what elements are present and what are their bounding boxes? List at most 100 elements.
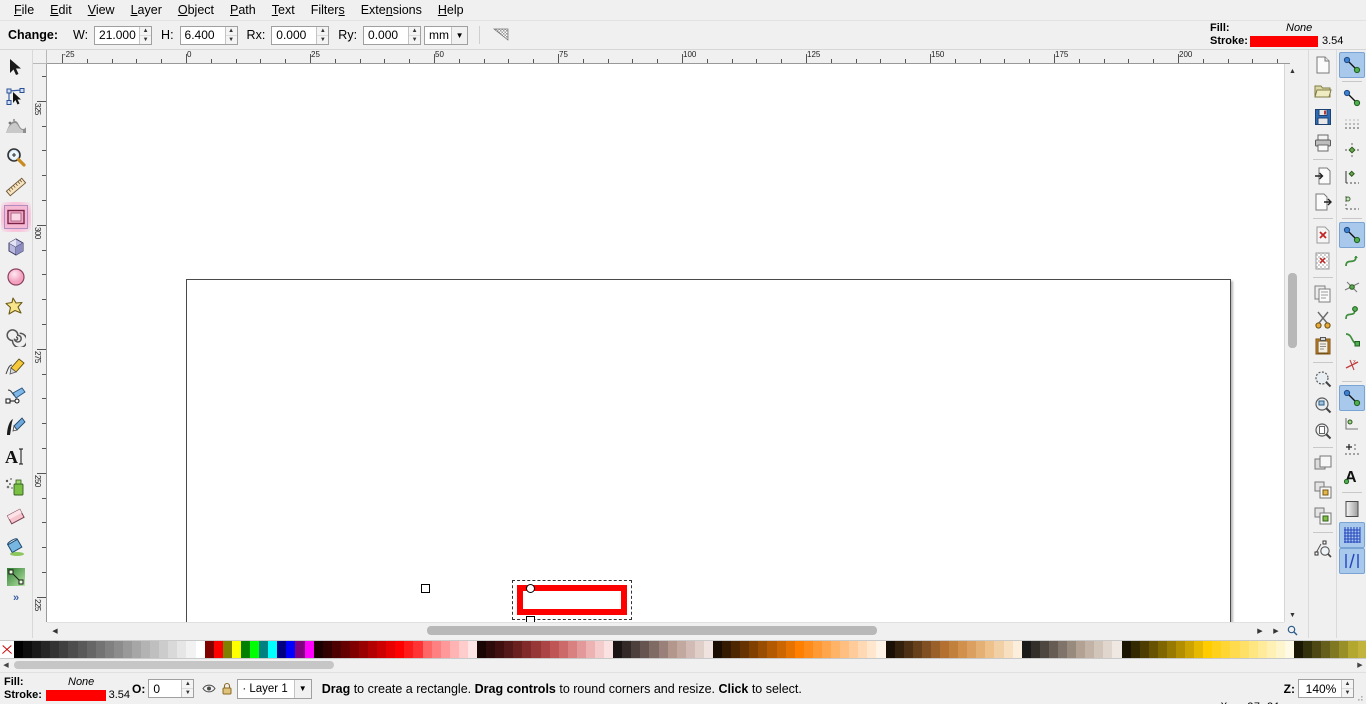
palette-swatch[interactable] [113, 641, 123, 658]
palette-swatch[interactable] [885, 641, 895, 658]
palette-swatch[interactable] [994, 641, 1004, 658]
palette-swatch[interactable] [1275, 641, 1285, 658]
palette-swatch[interactable] [1112, 641, 1122, 658]
palette-swatch[interactable] [122, 641, 133, 658]
palette-swatch[interactable] [540, 641, 550, 658]
selector-tool[interactable] [1, 52, 31, 82]
palette-swatch[interactable] [531, 641, 541, 658]
palette-swatch[interactable] [849, 641, 859, 658]
palette-swatch[interactable] [386, 641, 396, 658]
palette-swatch[interactable] [876, 641, 886, 658]
cut-button[interactable] [1310, 307, 1336, 333]
palette-swatch[interactable] [1230, 641, 1240, 658]
ruler-corner[interactable] [33, 50, 47, 64]
palette-swatch[interactable] [413, 641, 423, 658]
scroll-right-end-icon[interactable]: ▶ [1268, 623, 1284, 638]
canvas-vertical-scrollbar[interactable]: ▲ ▼ [1284, 64, 1299, 622]
palette-swatch[interactable] [1067, 641, 1077, 658]
palette-swatch[interactable] [77, 641, 87, 658]
menu-file[interactable]: File [6, 1, 42, 20]
palette-swatch[interactable] [186, 641, 196, 658]
palette-swatch[interactable] [240, 641, 251, 658]
width-input[interactable] [95, 26, 140, 44]
zoom-input[interactable] [1299, 680, 1341, 697]
undo-button[interactable] [1310, 222, 1336, 248]
snap-bounding-box-toggle[interactable] [1339, 85, 1365, 111]
palette-swatch[interactable] [59, 641, 69, 658]
horizontal-scroll-thumb[interactable] [427, 626, 877, 635]
scroll-left-icon[interactable]: ◀ [47, 623, 63, 638]
palette-swatch[interactable] [349, 641, 359, 658]
status-stroke-width[interactable]: 3.54 [109, 689, 130, 702]
palette-swatch[interactable] [1176, 641, 1186, 658]
palette-swatch[interactable] [322, 641, 332, 658]
palette-swatch[interactable] [495, 641, 505, 658]
palette-swatch[interactable] [422, 641, 432, 658]
palette-swatch[interactable] [368, 641, 378, 658]
new-document-button[interactable] [1310, 52, 1336, 78]
palette-swatch[interactable] [141, 641, 151, 658]
palette-swatch[interactable] [1203, 641, 1213, 658]
snap-midpoint-toggle[interactable]: x [1339, 352, 1365, 378]
horizontal-ruler[interactable]: -25 0 25 50 75 100 125 150 175 200 [47, 50, 1290, 64]
opacity-input[interactable] [149, 680, 182, 697]
unit-select[interactable]: mm ▼ [424, 25, 469, 45]
ry-spin-arrows[interactable]: ▲ ▼ [408, 26, 421, 44]
palette-swatch[interactable] [667, 641, 677, 658]
node-tool[interactable] [1, 82, 31, 112]
palette-swatch[interactable] [1148, 641, 1158, 658]
palette-swatch[interactable] [150, 641, 160, 658]
sharp-corners-icon[interactable] [491, 25, 513, 45]
palette-swatch[interactable] [858, 641, 868, 658]
palette-swatch[interactable] [1257, 641, 1267, 658]
palette-swatch[interactable] [86, 641, 96, 658]
palette-swatch[interactable] [1294, 641, 1304, 658]
save-document-button[interactable] [1310, 104, 1336, 130]
palette-swatch[interactable] [676, 641, 686, 658]
print-document-button[interactable] [1310, 130, 1336, 156]
palette-swatch[interactable] [939, 641, 950, 658]
menu-view[interactable]: View [80, 1, 123, 20]
palette-swatch[interactable] [722, 641, 732, 658]
scroll-right-icon[interactable]: ▶ [1252, 623, 1268, 638]
palette-swatch[interactable] [1039, 641, 1049, 658]
palette-swatch[interactable] [486, 641, 496, 658]
ellipse-tool[interactable] [1, 262, 31, 292]
palette-swatch[interactable] [604, 641, 614, 658]
snap-path-toggle[interactable] [1339, 248, 1365, 274]
palette-swatch[interactable] [567, 641, 577, 658]
xml-editor-button[interactable] [1310, 536, 1336, 562]
status-stroke-swatch[interactable] [46, 689, 106, 701]
height-spin-arrows[interactable]: ▲ ▼ [224, 26, 237, 44]
palette-swatch[interactable] [921, 641, 931, 658]
palette-swatch[interactable] [1330, 641, 1340, 658]
text-tool[interactable]: A [1, 442, 31, 472]
palette-swatch[interactable] [513, 641, 523, 658]
enable-snapping-toggle[interactable] [1338, 52, 1365, 78]
canvas-horizontal-scrollbar[interactable]: ◀ ▶ ▶ [47, 622, 1284, 638]
palette-swatch[interactable] [740, 641, 750, 658]
snap-smooth-node-toggle[interactable] [1339, 326, 1365, 352]
palette-swatch[interactable] [967, 641, 977, 658]
box3d-tool[interactable] [1, 232, 31, 262]
palette-swatch[interactable] [903, 641, 913, 658]
palette-swatch[interactable] [985, 641, 995, 658]
palette-swatch[interactable] [1166, 641, 1176, 658]
tweak-tool[interactable] [1, 112, 31, 142]
palette-swatch[interactable] [159, 641, 169, 658]
palette-swatch[interactable] [812, 641, 822, 658]
palette-swatch[interactable] [504, 641, 514, 658]
palette-swatch[interactable] [14, 641, 24, 658]
menu-filters[interactable]: Filters [303, 1, 353, 20]
palette-swatch[interactable] [1357, 641, 1366, 658]
zoom-selection-button[interactable] [1310, 366, 1336, 392]
palette-swatch[interactable] [1194, 641, 1204, 658]
palette-swatch[interactable] [1057, 641, 1068, 658]
palette-swatch[interactable] [749, 641, 759, 658]
snap-rotation-center-toggle[interactable] [1339, 437, 1365, 463]
snap-bbox-corner-toggle[interactable] [1339, 137, 1365, 163]
palette-swatch[interactable] [1185, 641, 1195, 658]
palette-scroll-thumb[interactable] [14, 661, 334, 669]
rx-spin-arrows[interactable]: ▲ ▼ [316, 26, 329, 44]
palette-swatch[interactable] [794, 641, 804, 658]
